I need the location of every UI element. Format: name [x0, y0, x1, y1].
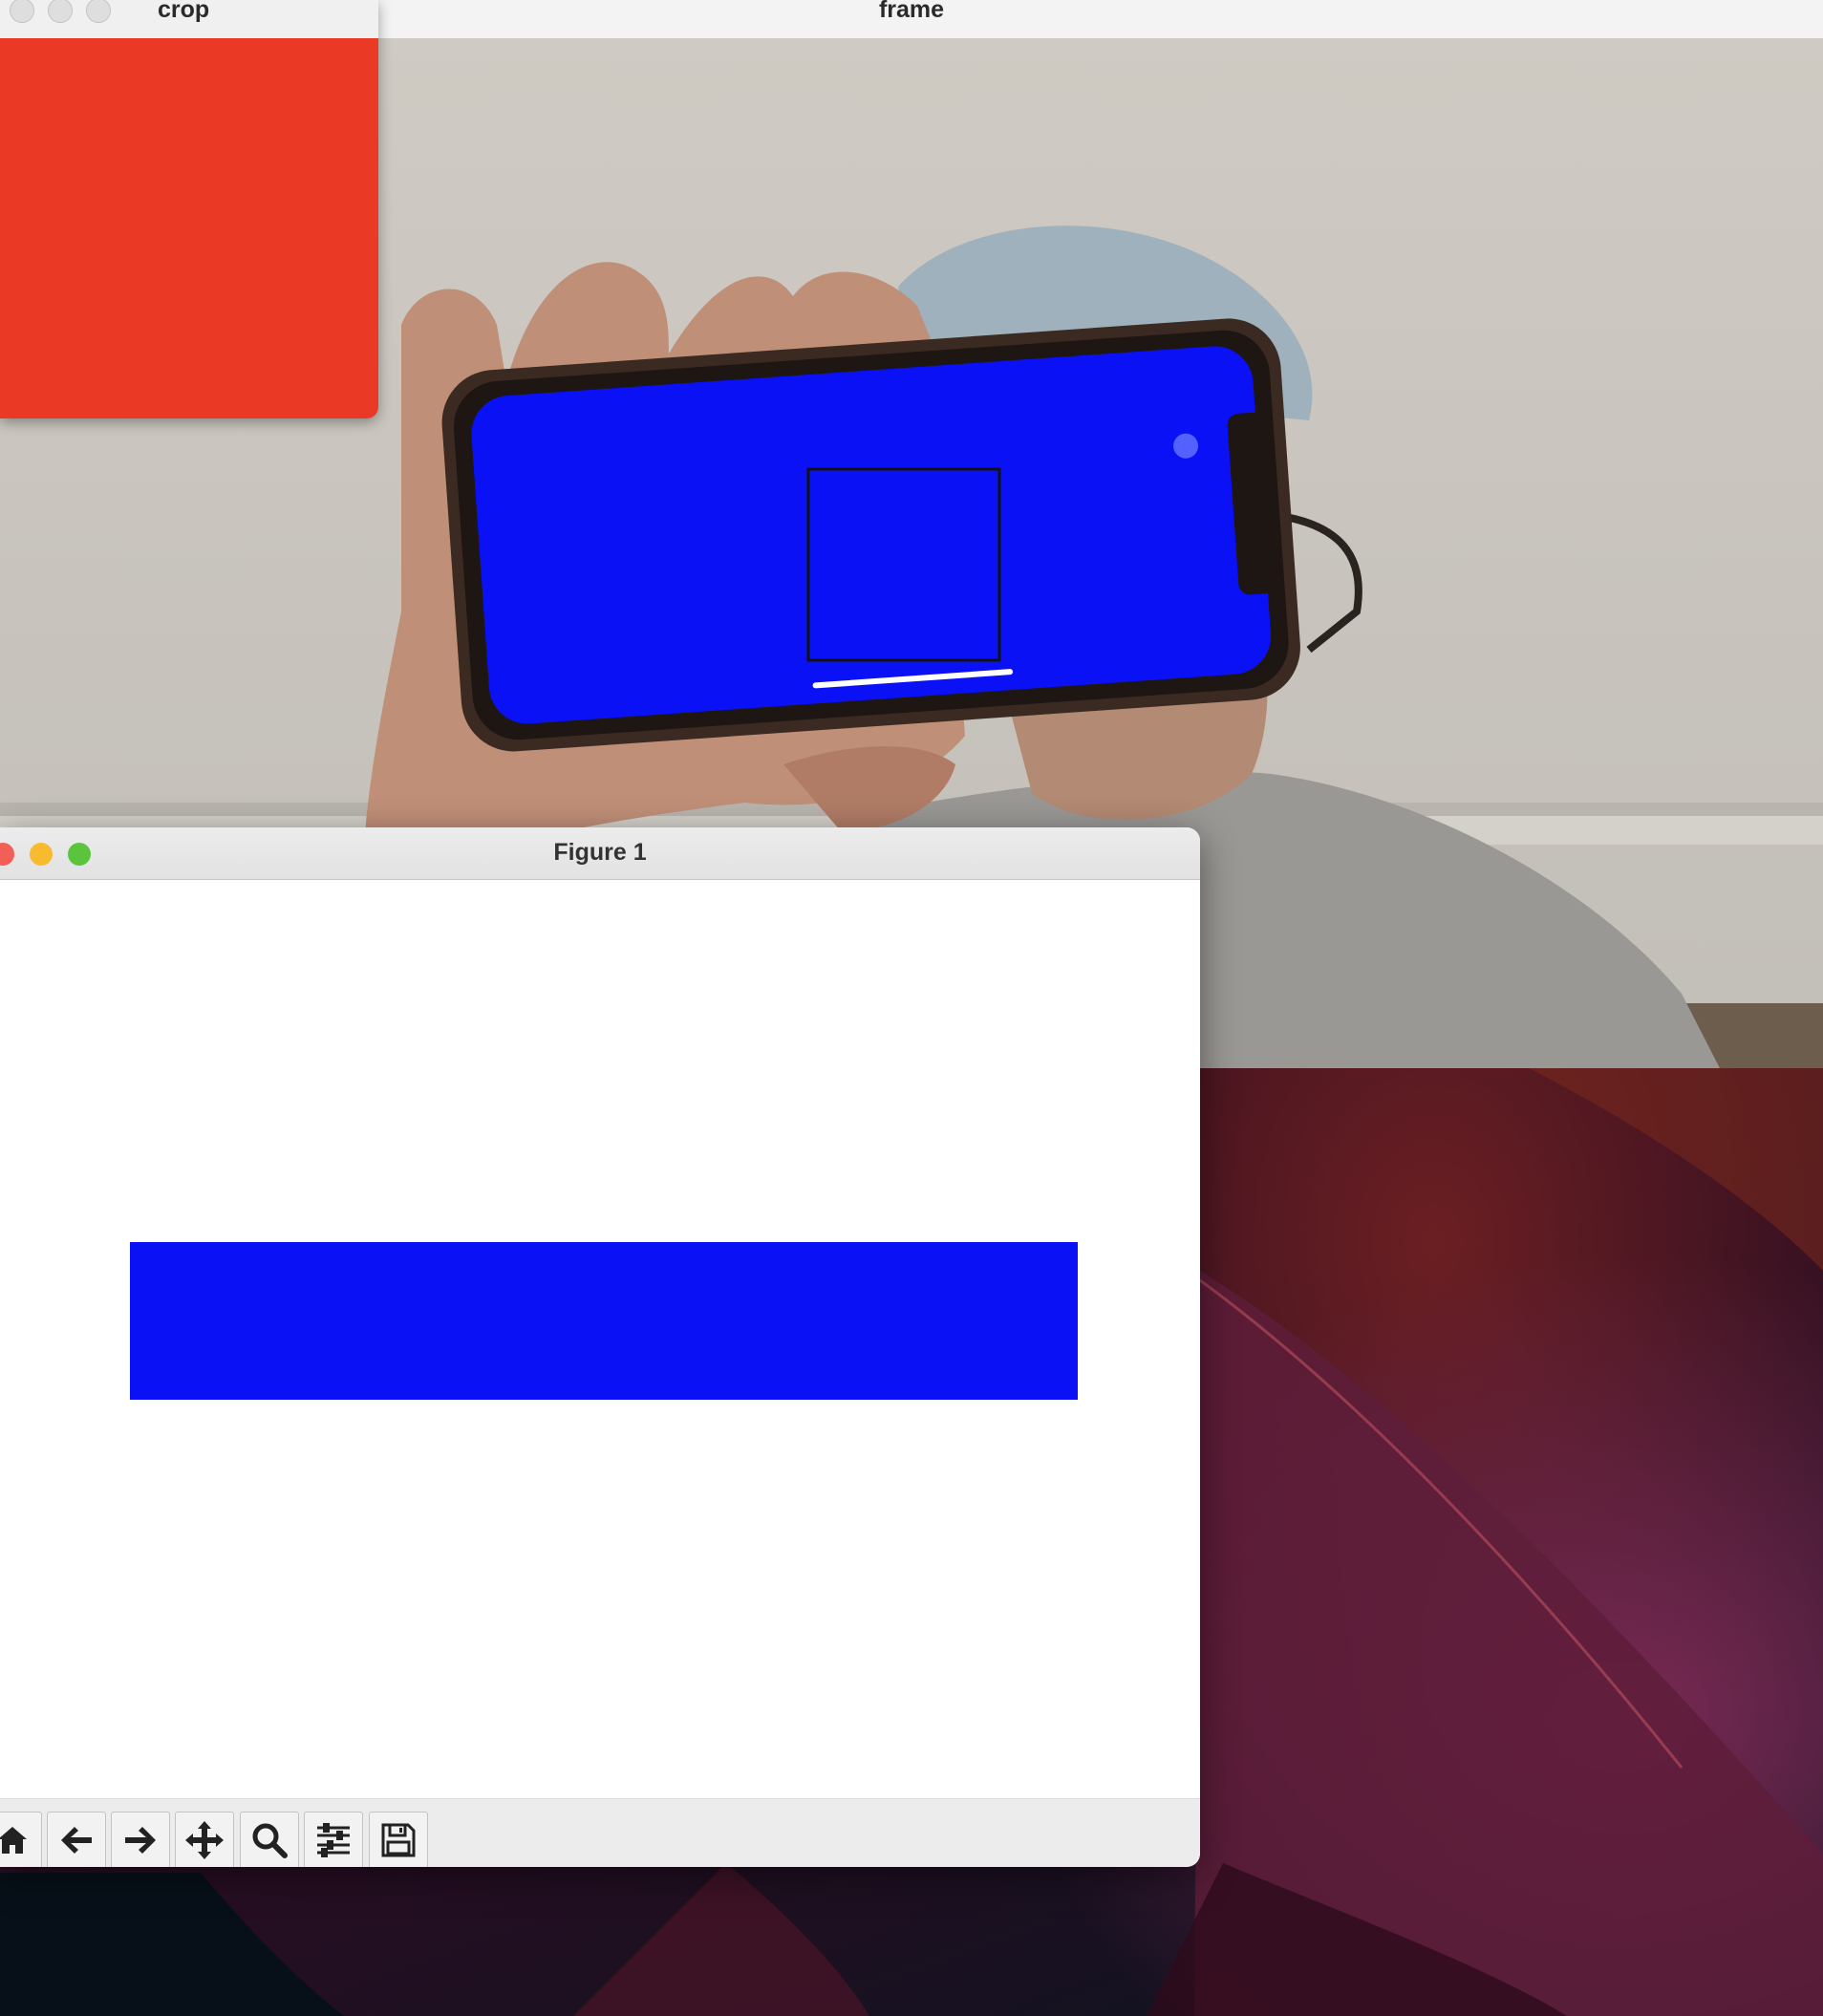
image-plot — [130, 1242, 1078, 1400]
magnifier-icon — [252, 1823, 288, 1858]
save-button[interactable] — [369, 1812, 428, 1867]
crop-titlebar[interactable]: crop — [0, 0, 378, 39]
move-icon — [185, 1821, 224, 1859]
arrow-left-icon — [61, 1827, 92, 1854]
figure-titlebar[interactable]: Figure 1 — [0, 827, 1200, 880]
maximize-button[interactable] — [86, 0, 111, 23]
crop-window[interactable]: crop — [0, 0, 378, 418]
figure-window[interactable]: Figure 1 — [0, 827, 1200, 1867]
pan-button[interactable] — [175, 1812, 234, 1867]
back-button[interactable] — [47, 1812, 106, 1867]
floppy-disk-icon — [381, 1823, 416, 1857]
crop-window-title: crop — [158, 0, 210, 23]
close-button[interactable] — [10, 0, 34, 23]
plot-canvas[interactable] — [0, 880, 1200, 1795]
figure-window-title: Figure 1 — [553, 839, 647, 866]
zoom-button[interactable] — [240, 1812, 299, 1867]
minimize-button[interactable] — [48, 0, 73, 23]
forward-button[interactable] — [111, 1812, 170, 1867]
home-button[interactable] — [0, 1812, 42, 1867]
sliders-icon — [317, 1823, 350, 1857]
navigation-toolbar — [0, 1798, 1200, 1867]
phone-screen — [471, 346, 1272, 724]
crop-image — [0, 38, 378, 418]
arrow-right-icon — [125, 1827, 156, 1854]
configure-subplots-button[interactable] — [304, 1812, 363, 1867]
home-icon — [0, 1827, 27, 1854]
